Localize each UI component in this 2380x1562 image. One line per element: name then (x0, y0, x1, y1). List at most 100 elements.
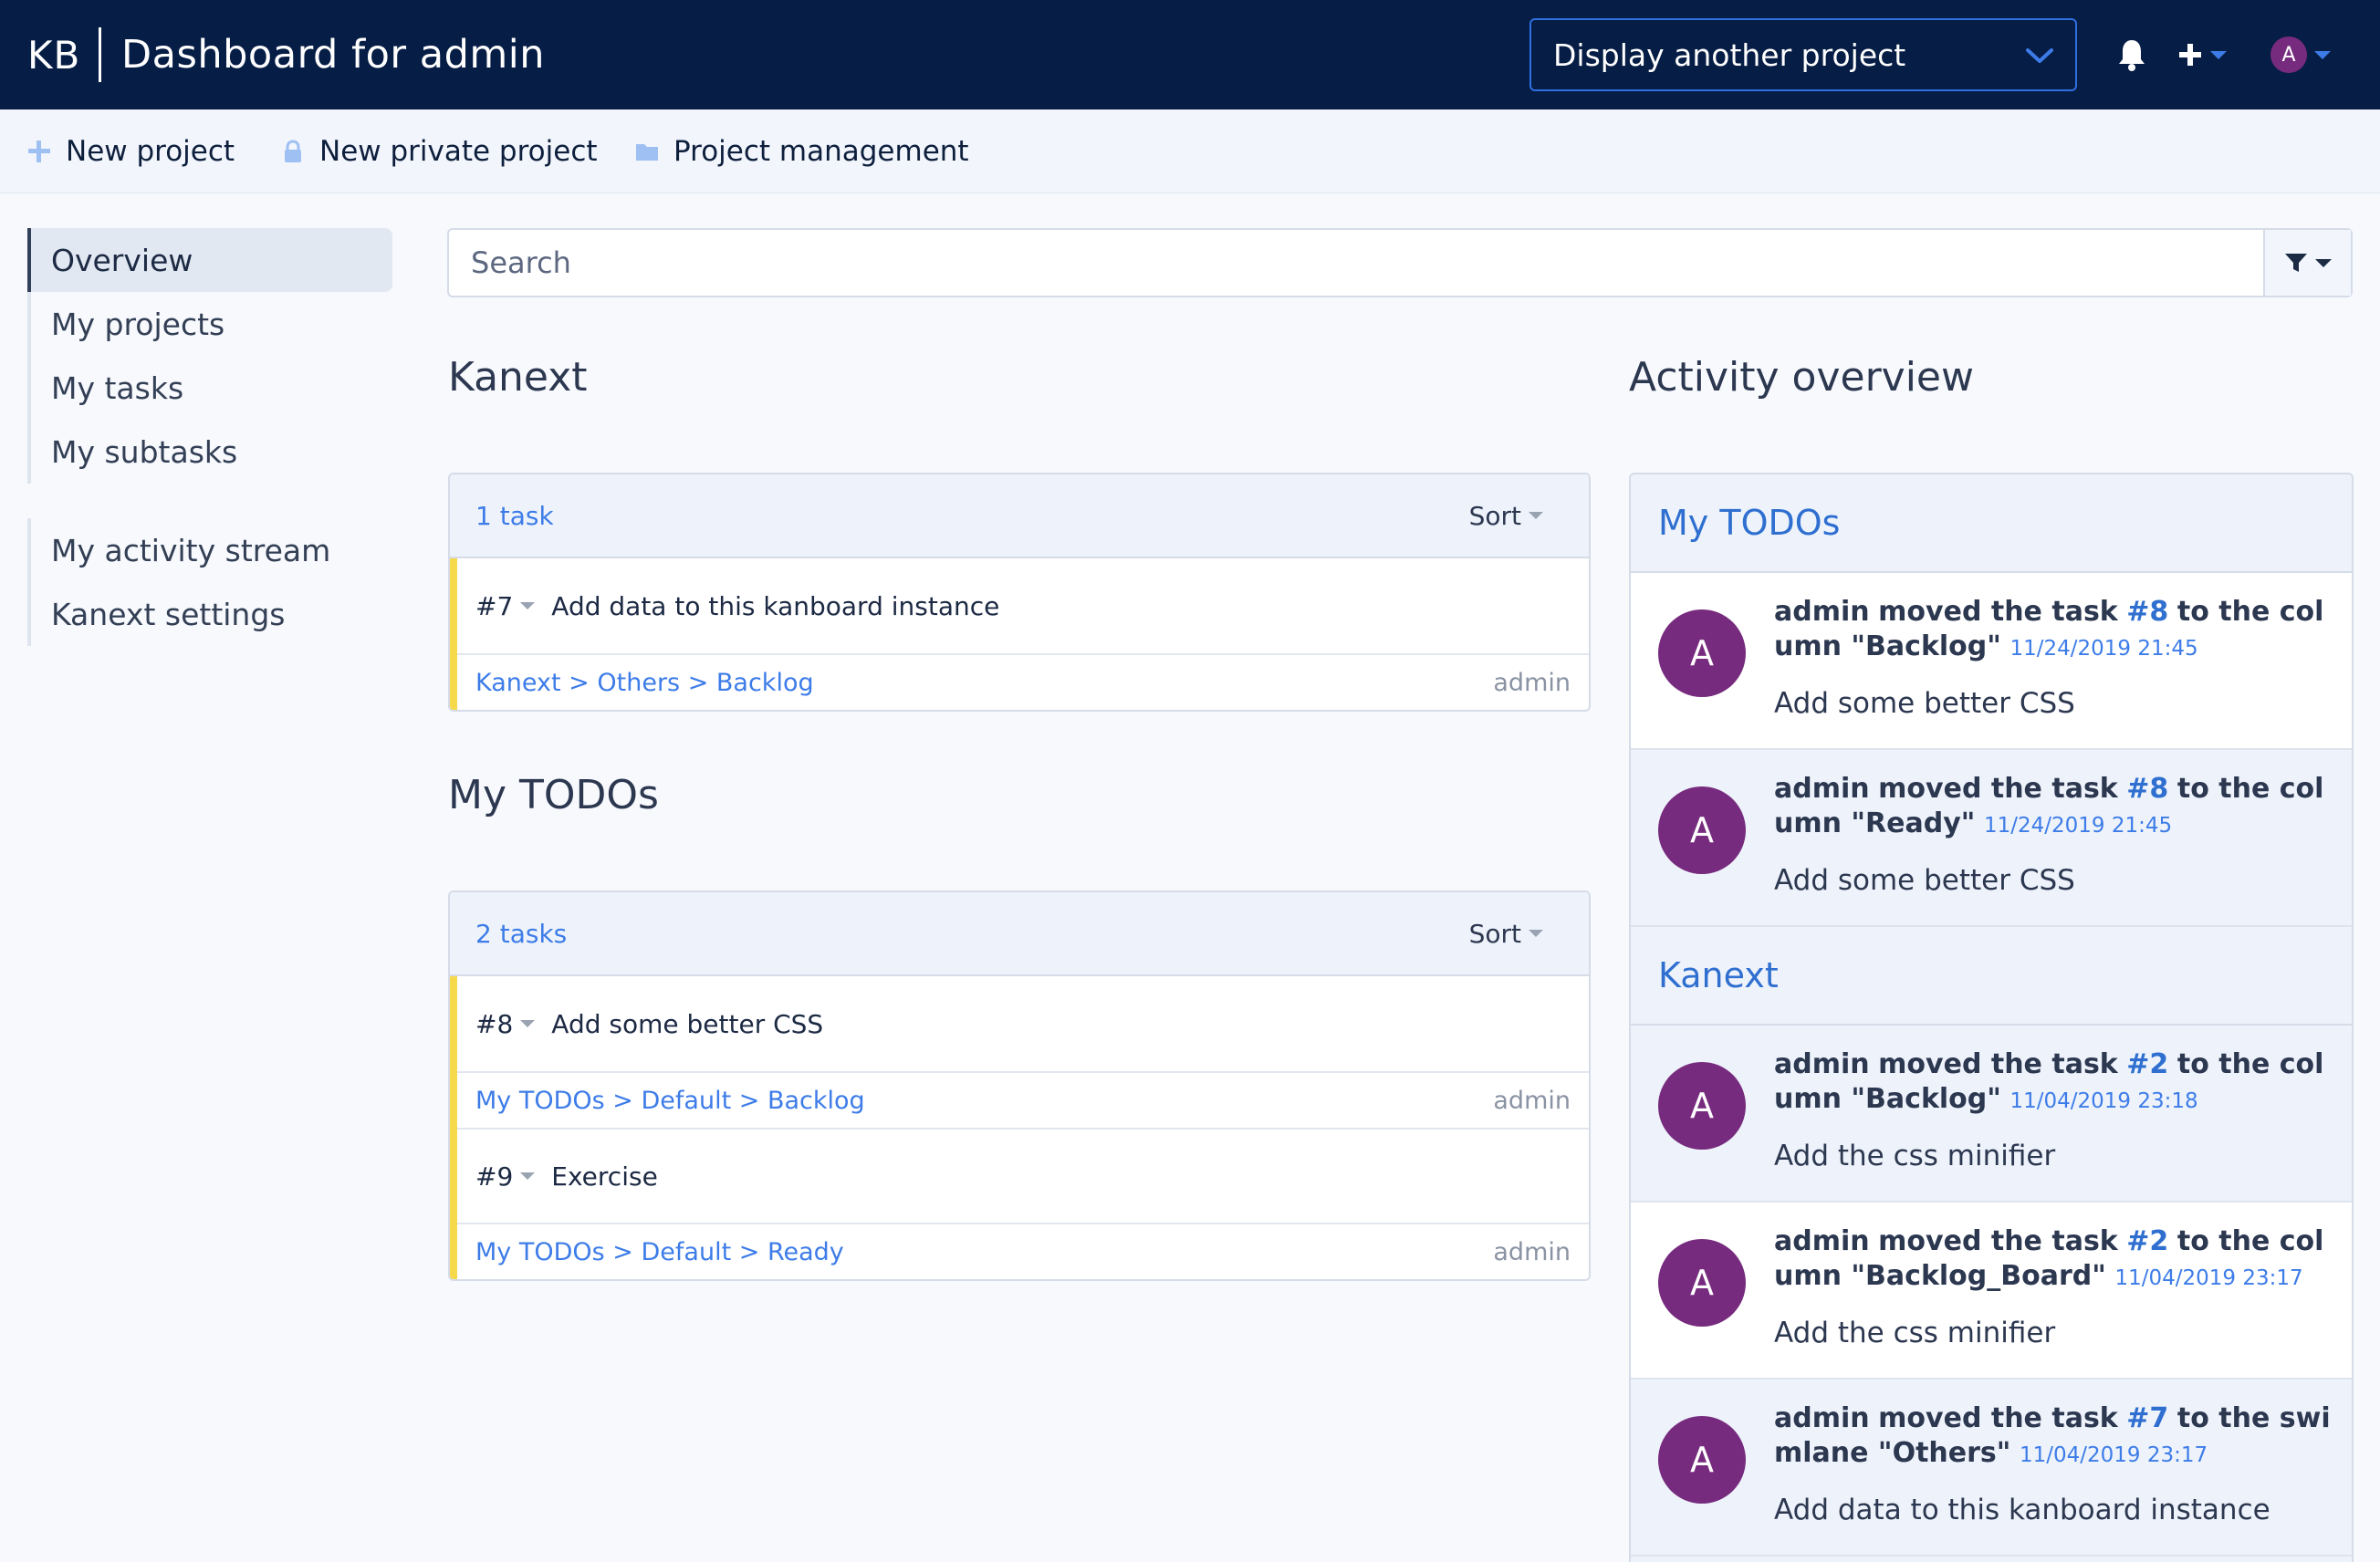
sidebar-item-my-tasks[interactable]: My tasks (31, 356, 392, 420)
new-project-label: New project (66, 135, 235, 168)
section-title-activity-overview: Activity overview (1629, 354, 1974, 401)
task-owner: admin (1493, 1237, 1571, 1266)
filter-icon (2285, 254, 2307, 272)
sidebar-secondary-nav: My activity stream Kanext settings (27, 518, 392, 646)
activity-panel: My TODOs A admin moved the task #8 to th… (1629, 473, 2354, 1562)
activity-event-text: admin moved the task #7 to the swimlane … (1774, 1401, 2331, 1473)
caret-down-icon (520, 602, 536, 609)
task-main-line: #9 Exercise (457, 1128, 1589, 1224)
activity-event-text: admin moved the task #2 to the column "B… (1774, 1047, 2331, 1119)
activity-task-link[interactable]: #2 (2126, 1225, 2168, 1257)
activity-task-title: Add the css minifier (1774, 1317, 2056, 1349)
task-owner: admin (1493, 1086, 1571, 1115)
filter-menu-button[interactable] (2263, 230, 2351, 296)
task-id: #7 (475, 590, 514, 621)
task-path-link[interactable]: Kanext > Others > Backlog (475, 669, 814, 697)
activity-task-link[interactable]: #8 (2126, 596, 2168, 628)
activity-date: 11/24/2019 21:45 (2009, 637, 2198, 661)
section-title-kanext[interactable]: Kanext (448, 354, 588, 401)
activity-date: 11/24/2019 21:45 (1983, 814, 2173, 838)
sidebar-item-kanext-settings[interactable]: Kanext settings (31, 582, 392, 646)
activity-action: moved the task (1878, 1225, 2118, 1257)
activity-task-link[interactable]: #2 (2126, 1048, 2168, 1080)
task-main-line: #7 Add data to this kanboard instance (457, 558, 1589, 655)
avatar: A (2270, 36, 2307, 73)
activity-user: admin (1774, 773, 1870, 805)
table-header: 2 tasks Sort (450, 892, 1589, 976)
task-path-link[interactable]: My TODOs > Default > Ready (475, 1238, 844, 1266)
activity-date: 11/04/2019 23:17 (2019, 1443, 2208, 1467)
task-count: 1 task (475, 500, 554, 531)
activity-group-kanext[interactable]: Kanext (1631, 927, 2352, 1026)
table-row: #8 Add some better CSS My TODOs > Defaul… (450, 976, 1589, 1128)
task-id-dropdown[interactable]: #9 (475, 1161, 536, 1192)
activity-action: moved the task (1878, 1402, 2118, 1434)
task-owner: admin (1493, 668, 1571, 697)
caret-down-icon (520, 1020, 536, 1027)
project-management-link[interactable]: Project management (635, 109, 969, 193)
activity-item: A admin moved the task #8 to the column … (1631, 750, 2352, 927)
activity-item: A admin moved the task #2 to the column … (1631, 1026, 2352, 1203)
task-id-dropdown[interactable]: #7 (475, 590, 536, 621)
activity-event-text: admin moved the task #2 to the column "B… (1774, 1224, 2331, 1296)
search-bar (447, 228, 2353, 297)
new-project-link[interactable]: New project (27, 109, 235, 193)
activity-event-text: admin moved the task #8 to the column "R… (1774, 772, 2331, 843)
action-bar: New project New private project Project … (0, 109, 2380, 193)
avatar: A (1658, 786, 1746, 874)
sidebar-item-overview[interactable]: Overview (27, 228, 392, 292)
caret-down-icon (2315, 258, 2332, 267)
project-switcher-dropdown[interactable]: Display another project (1529, 18, 2077, 91)
top-header: KB Dashboard for admin Display another p… (0, 0, 2380, 109)
sort-label: Sort (1468, 918, 1521, 949)
bell-icon[interactable] (2114, 36, 2150, 73)
task-title-link[interactable]: Add data to this kanboard instance (551, 591, 999, 621)
avatar: A (1658, 1416, 1746, 1504)
activity-user: admin (1774, 1402, 1870, 1434)
activity-task-link[interactable]: #7 (2126, 1402, 2168, 1434)
activity-task-link[interactable]: #8 (2126, 773, 2168, 805)
sort-button[interactable]: Sort (1469, 501, 1543, 531)
activity-item: A admin moved the task #8 to the column … (1631, 573, 2352, 750)
new-private-project-link[interactable]: New private project (281, 109, 598, 193)
activity-user: admin (1774, 1048, 1870, 1080)
section-title-my-todos[interactable]: My TODOs (448, 772, 659, 818)
sidebar-item-my-projects[interactable]: My projects (31, 292, 392, 356)
kanext-task-table: 1 task Sort #7 Add data to this kanboard… (448, 473, 1591, 712)
task-count: 2 tasks (475, 918, 568, 949)
task-title-link[interactable]: Exercise (551, 1161, 658, 1192)
activity-item: A admin moved the task #7 to the swimlan… (1631, 1380, 2352, 1557)
activity-task-title: Add data to this kanboard instance (1774, 1494, 2270, 1526)
avatar: A (1658, 1239, 1746, 1327)
chevron-down-icon (2026, 48, 2053, 63)
sidebar-main-nav: Overview My projects My tasks My subtask… (27, 228, 392, 484)
activity-user: admin (1774, 596, 1870, 628)
task-title-link[interactable]: Add some better CSS (551, 1009, 823, 1039)
plus-icon (2179, 44, 2201, 66)
activity-date: 11/04/2019 23:17 (2114, 1266, 2303, 1290)
sort-button[interactable]: Sort (1469, 919, 1543, 949)
table-row: #7 Add data to this kanboard instance Ka… (450, 558, 1589, 710)
user-menu-button[interactable]: A (2270, 35, 2334, 75)
activity-action: moved the task (1878, 773, 2118, 805)
task-id-dropdown[interactable]: #8 (475, 1008, 536, 1039)
activity-group-my-todos[interactable]: My TODOs (1631, 474, 2352, 573)
activity-date: 11/04/2019 23:18 (2009, 1089, 2198, 1113)
app-logo[interactable]: KB (27, 27, 102, 82)
activity-user: admin (1774, 1225, 1870, 1257)
activity-task-title: Add the css minifier (1774, 1140, 2056, 1172)
caret-down-icon (2314, 50, 2331, 59)
sidebar-item-my-subtasks[interactable]: My subtasks (31, 420, 392, 484)
lock-icon (285, 140, 301, 162)
task-meta-line: My TODOs > Default > Backlog admin (457, 1073, 1589, 1128)
sidebar-item-activity-stream[interactable]: My activity stream (31, 518, 392, 582)
search-input[interactable] (449, 230, 2265, 296)
activity-event-text: admin moved the task #8 to the column "B… (1774, 595, 2331, 666)
task-meta-line: Kanext > Others > Backlog admin (457, 655, 1589, 710)
create-menu-button[interactable] (2177, 36, 2241, 73)
plus-icon (28, 141, 50, 162)
task-path-link[interactable]: My TODOs > Default > Backlog (475, 1087, 865, 1115)
caret-down-icon (520, 1172, 536, 1180)
task-id: #8 (475, 1008, 514, 1039)
activity-item: A admin moved the task #2 to the column … (1631, 1203, 2352, 1380)
